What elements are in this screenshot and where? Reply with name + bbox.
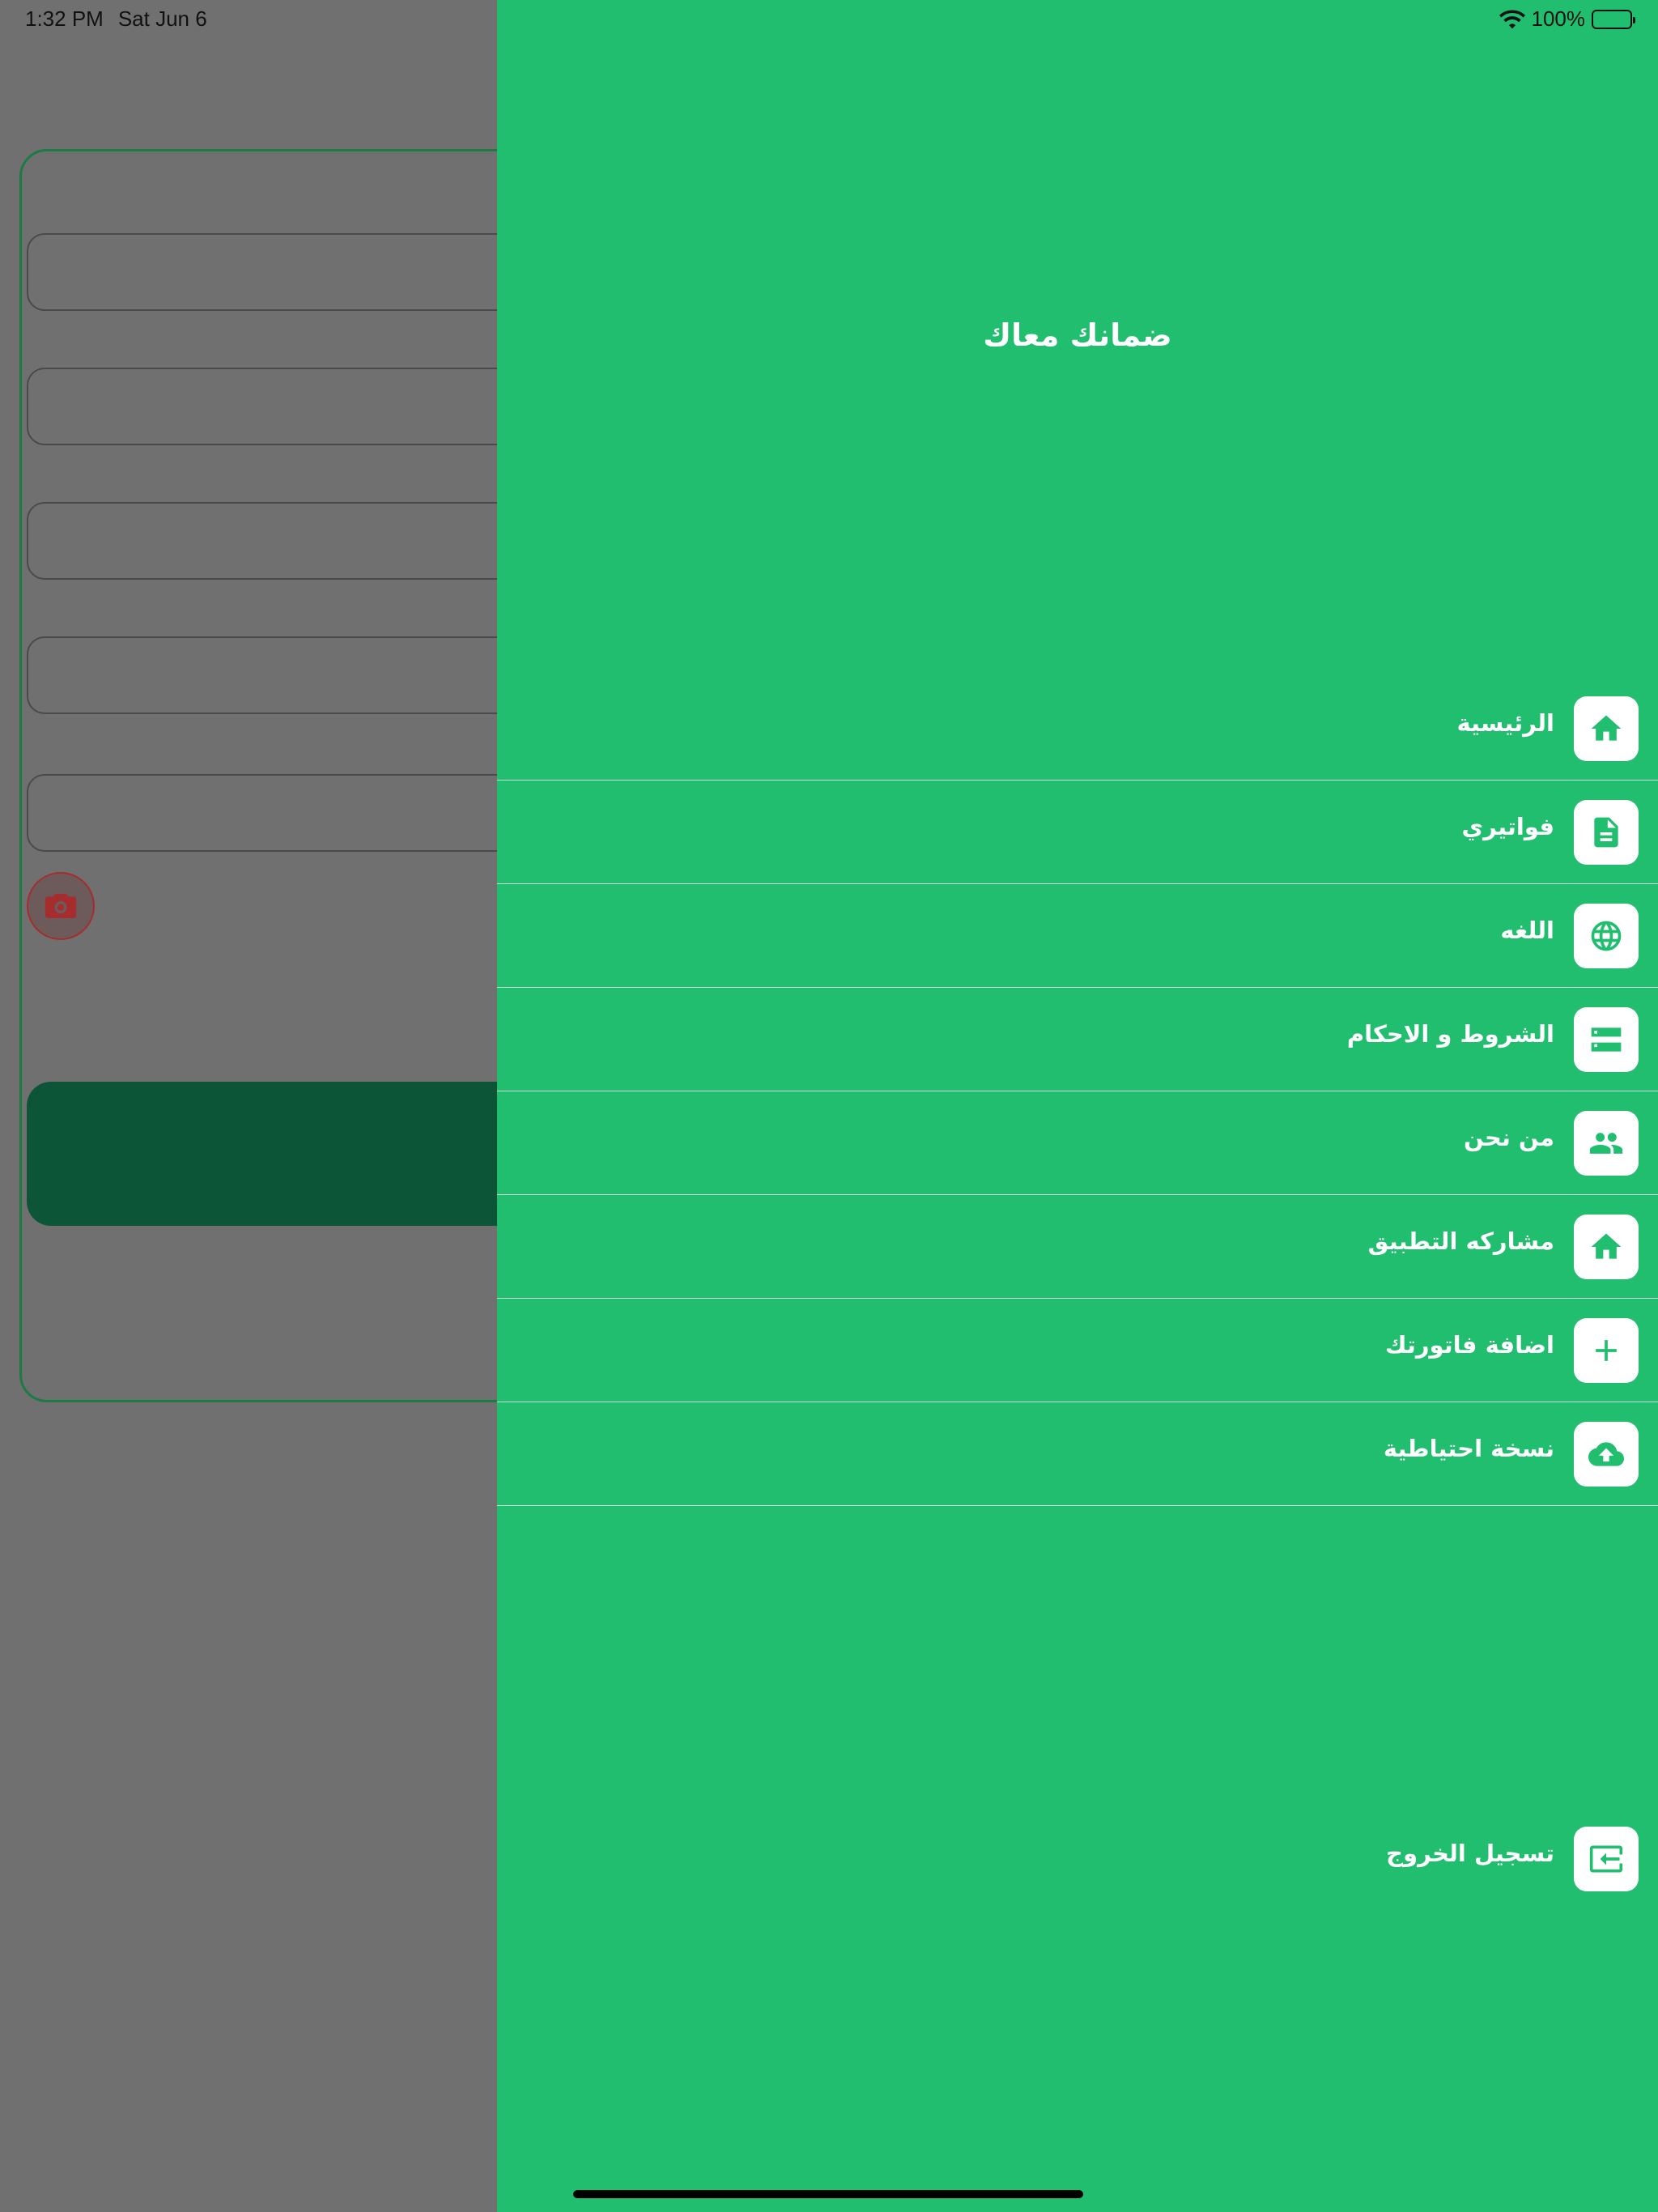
battery-icon bbox=[1592, 9, 1635, 29]
menu-item-logout[interactable]: تسجيل الخروج bbox=[497, 1807, 1658, 1911]
menu-item-label: مشاركه التطبيق bbox=[1367, 1227, 1554, 1255]
menu-item-home[interactable]: الرئيسية bbox=[497, 677, 1658, 781]
camera-button[interactable] bbox=[27, 872, 95, 940]
menu-item-backup[interactable]: نسخة احتياطية bbox=[497, 1402, 1658, 1506]
menu-item-label: من نحن bbox=[1463, 1124, 1554, 1151]
menu-item-label: اللغه bbox=[1500, 917, 1554, 944]
menu-item-label: الرئيسية bbox=[1456, 709, 1554, 737]
home-icon bbox=[1574, 696, 1639, 761]
menu-item-label: تسجيل الخروج bbox=[1386, 1840, 1554, 1867]
plus-icon bbox=[1574, 1318, 1639, 1383]
logout-icon bbox=[1574, 1827, 1639, 1891]
battery-percent: 100% bbox=[1531, 6, 1586, 31]
status-time-text: 1:32 PM bbox=[25, 6, 104, 31]
menu-item-share-app[interactable]: مشاركه التطبيق bbox=[497, 1195, 1658, 1299]
menu-item-about[interactable]: من نحن bbox=[497, 1091, 1658, 1195]
home-indicator[interactable] bbox=[573, 2190, 1083, 2198]
menu-item-label: الشروط و الاحكام bbox=[1346, 1020, 1554, 1048]
status-indicators: 100% bbox=[1499, 6, 1635, 32]
globe-icon bbox=[1574, 904, 1639, 968]
menu-item-language[interactable]: اللغه bbox=[497, 884, 1658, 988]
camera-icon bbox=[45, 894, 77, 918]
document-icon bbox=[1574, 800, 1639, 865]
storage-icon bbox=[1574, 1007, 1639, 1072]
status-time: 1:32 PM Sat Jun 6 bbox=[25, 6, 207, 32]
menu-item-label: اضافة فاتورتك bbox=[1384, 1331, 1554, 1359]
menu-item-label: نسخة احتياطية bbox=[1383, 1435, 1554, 1462]
menu-item-invoices[interactable]: فواتيري bbox=[497, 781, 1658, 884]
people-icon bbox=[1574, 1111, 1639, 1176]
home-icon bbox=[1574, 1214, 1639, 1279]
menu-item-terms[interactable]: الشروط و الاحكام bbox=[497, 988, 1658, 1091]
menu-item-label: فواتيري bbox=[1461, 813, 1554, 840]
status-date: Sat Jun 6 bbox=[117, 6, 207, 31]
menu-item-add-invoice[interactable]: اضافة فاتورتك bbox=[497, 1299, 1658, 1402]
navigation-drawer: ضمانك معاك الرئيسية فواتيري اللغه الشروط… bbox=[497, 0, 1658, 2212]
wifi-icon bbox=[1499, 9, 1525, 30]
drawer-title: ضمانك معاك bbox=[983, 317, 1172, 353]
cloud-upload-icon bbox=[1574, 1422, 1639, 1487]
